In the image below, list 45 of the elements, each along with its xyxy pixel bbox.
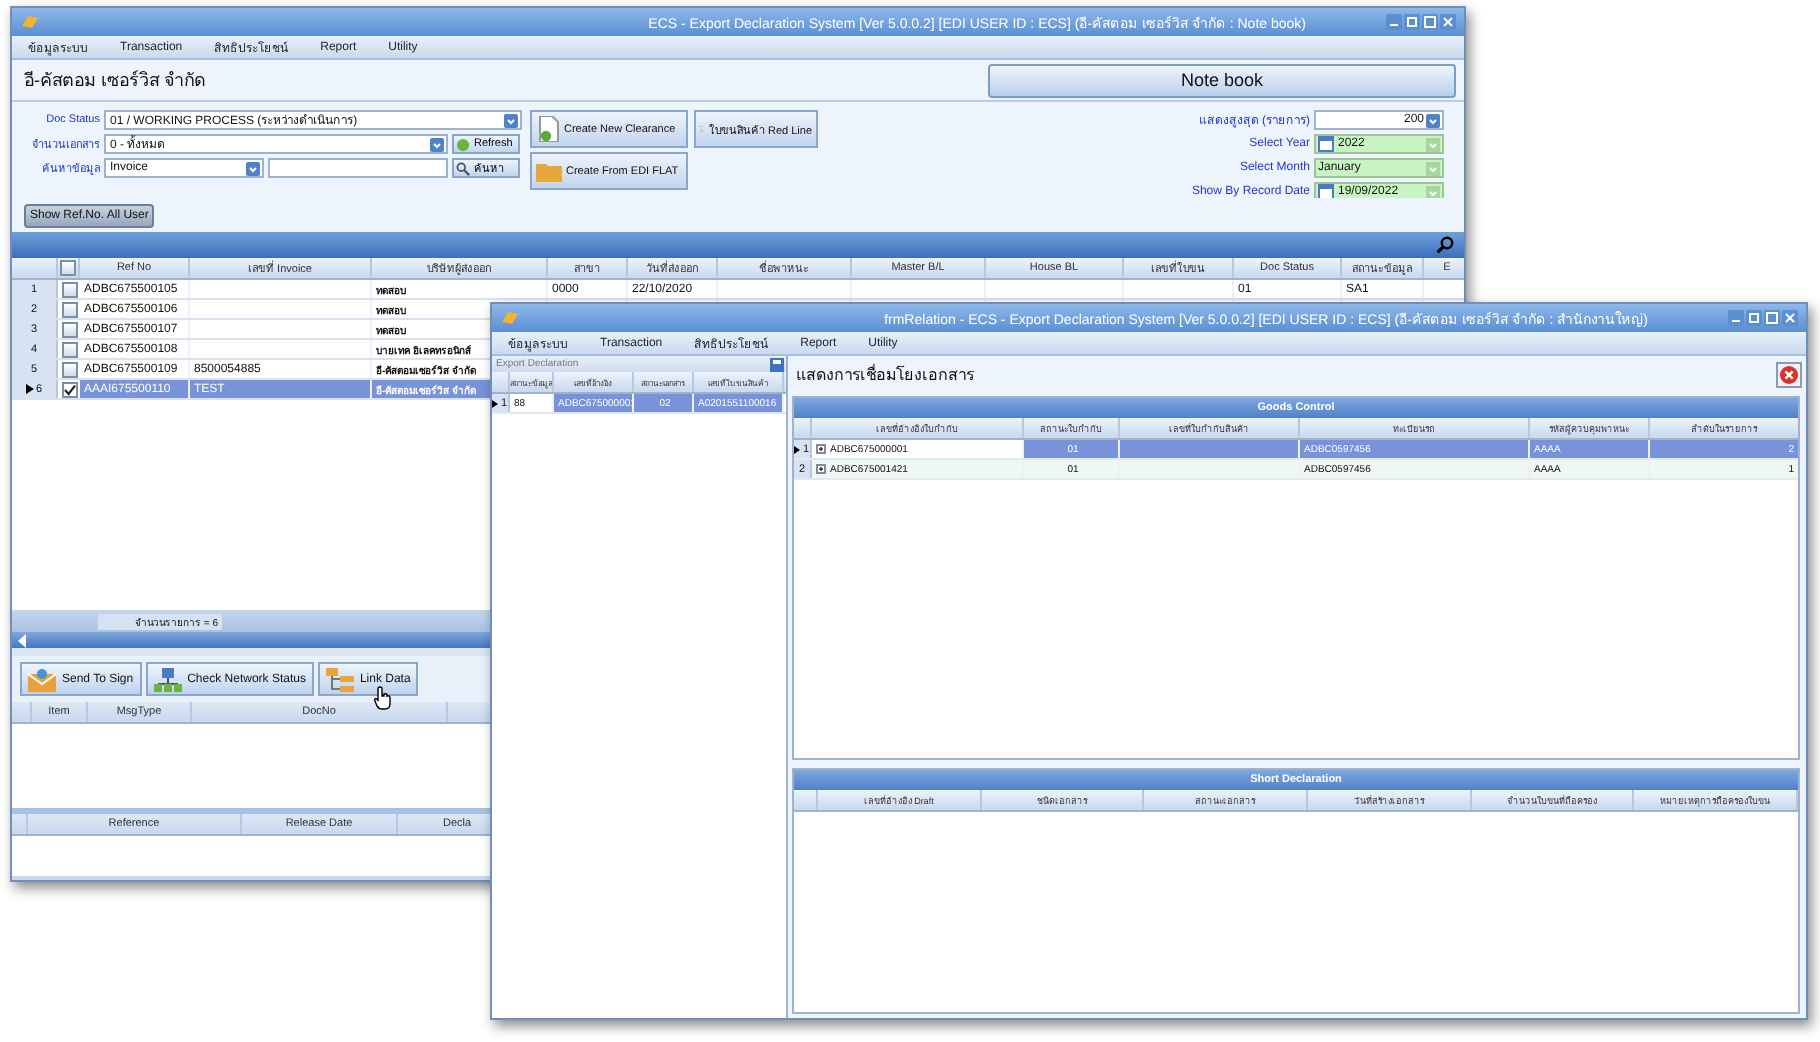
search-field[interactable] xyxy=(268,158,448,178)
dropdown-icon[interactable] xyxy=(246,161,260,175)
panel-heading: แสดงการเชื่อมโยงเอกสาร xyxy=(796,362,974,387)
dropdown-icon[interactable] xyxy=(430,137,444,151)
row-checkbox[interactable] xyxy=(61,381,77,397)
row-checkbox[interactable] xyxy=(61,281,77,297)
calendar-icon xyxy=(1318,136,1334,152)
close-button[interactable] xyxy=(1776,361,1802,387)
folder-icon xyxy=(536,160,562,182)
app-logo-icon xyxy=(20,14,40,30)
close-icon xyxy=(1780,365,1798,383)
row-checkbox[interactable] xyxy=(61,321,77,337)
envelope-icon xyxy=(28,667,56,691)
maximize-icon[interactable] xyxy=(1422,14,1438,30)
expand-icon[interactable] xyxy=(816,464,826,474)
calendar-icon xyxy=(1318,184,1334,200)
restore-icon[interactable] xyxy=(1746,310,1762,326)
hand-cursor-icon xyxy=(374,686,392,710)
spinner-icon[interactable] xyxy=(1426,113,1440,127)
search-icon[interactable] xyxy=(1436,236,1454,254)
close-icon[interactable] xyxy=(1440,14,1456,30)
row-checkbox[interactable] xyxy=(61,361,77,377)
row-checkbox[interactable] xyxy=(61,301,77,317)
network-icon xyxy=(153,667,182,691)
maximize-icon[interactable] xyxy=(1764,310,1780,326)
refresh-icon xyxy=(456,137,470,151)
company-name: อี-คัสตอม เซอร์วิส จำกัด xyxy=(24,68,206,94)
save-icon[interactable] xyxy=(770,357,784,371)
row-pointer-icon xyxy=(25,384,34,394)
row-pointer-icon xyxy=(492,399,499,407)
expand-icon[interactable] xyxy=(816,444,826,454)
row-checkbox[interactable] xyxy=(61,341,77,357)
scroll-left-icon[interactable] xyxy=(16,633,28,647)
hierarchy-icon xyxy=(325,667,354,691)
close-icon[interactable] xyxy=(1782,310,1798,326)
search-icon xyxy=(456,161,470,175)
dropdown-icon[interactable] xyxy=(504,113,518,127)
minimize-icon[interactable] xyxy=(1728,310,1744,326)
minimize-icon[interactable] xyxy=(1386,14,1402,30)
new-document-icon xyxy=(536,116,560,142)
select-all-checkbox[interactable] xyxy=(60,260,76,276)
restore-icon[interactable] xyxy=(1404,14,1420,30)
row-pointer-icon xyxy=(794,445,801,453)
notebook-button[interactable]: Note book xyxy=(988,63,1456,97)
app-logo-icon xyxy=(500,310,520,326)
